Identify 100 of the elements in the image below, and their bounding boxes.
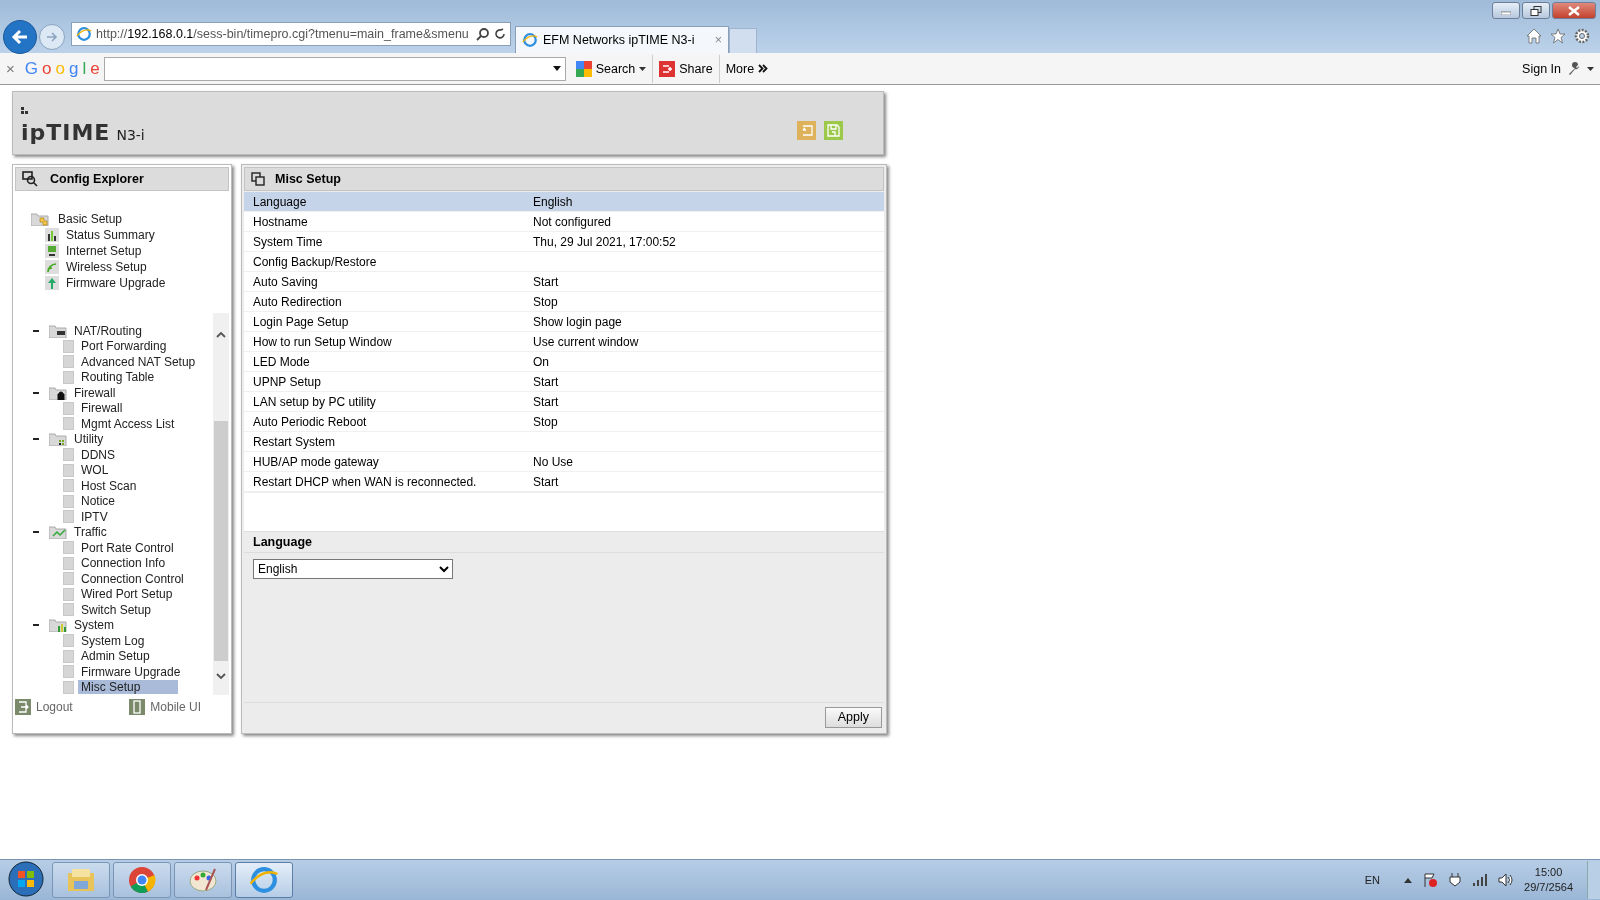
tree-item[interactable]: Utility bbox=[71, 432, 107, 447]
wrench-icon[interactable] bbox=[1567, 61, 1581, 76]
settings-row[interactable]: Config Backup/Restore bbox=[244, 252, 884, 272]
monitor-icon bbox=[45, 244, 59, 258]
speaker-icon[interactable] bbox=[1498, 873, 1515, 887]
language-indicator[interactable]: EN bbox=[1364, 874, 1381, 886]
setting-value: Stop bbox=[533, 414, 559, 429]
tree-item[interactable]: Admin Setup bbox=[78, 649, 153, 664]
setting-label: Restart System bbox=[253, 434, 337, 449]
share-button[interactable]: Share bbox=[653, 54, 720, 83]
setting-label: Hostname bbox=[253, 214, 309, 229]
setting-label: Config Backup/Restore bbox=[253, 254, 378, 269]
signal-icon[interactable] bbox=[1472, 873, 1489, 887]
page-icon bbox=[63, 355, 74, 369]
plug-icon[interactable] bbox=[1448, 872, 1463, 888]
close-toolbar-button[interactable]: × bbox=[0, 54, 21, 83]
tree-item[interactable]: Host Scan bbox=[78, 478, 140, 493]
tree-item[interactable]: System Log bbox=[78, 633, 148, 648]
mobile-ui-link[interactable]: Mobile UI bbox=[129, 699, 201, 715]
tree-item[interactable]: Basic Setup bbox=[55, 212, 126, 226]
setting-value: Start bbox=[533, 274, 560, 289]
collapse-icon[interactable] bbox=[33, 531, 39, 534]
scrollbar[interactable] bbox=[213, 313, 229, 695]
settings-row[interactable]: Auto Saving Start bbox=[244, 272, 884, 292]
close-button[interactable] bbox=[1552, 2, 1596, 19]
settings-row[interactable]: Login Page Setup Show login page bbox=[244, 312, 884, 332]
settings-row[interactable]: Auto Redirection Stop bbox=[244, 292, 884, 312]
settings-row[interactable]: Auto Periodic Reboot Stop bbox=[244, 412, 884, 432]
collapse-icon[interactable] bbox=[33, 329, 39, 332]
search-field[interactable] bbox=[103, 56, 566, 81]
start-button[interactable] bbox=[6, 861, 46, 899]
settings-row[interactable]: UPNP Setup Start bbox=[244, 372, 884, 392]
tree-item[interactable]: Advanced NAT Setup bbox=[78, 354, 199, 369]
tree-item[interactable]: WOL bbox=[78, 463, 112, 478]
taskbar-app[interactable] bbox=[174, 862, 232, 898]
flag-icon[interactable] bbox=[1422, 872, 1439, 888]
page-icon bbox=[63, 665, 74, 679]
tree-item[interactable]: DDNS bbox=[78, 447, 118, 462]
settings-row[interactable]: Restart System bbox=[244, 432, 884, 452]
search-button[interactable]: Search bbox=[569, 54, 654, 83]
browser-tab[interactable]: EFM Networks ipTIME N3-i × bbox=[515, 26, 729, 53]
tree-item[interactable]: Connection Control bbox=[78, 571, 187, 586]
settings-row[interactable]: Language English bbox=[244, 192, 884, 212]
tree-item[interactable]: Notice bbox=[78, 494, 118, 509]
search-icon bbox=[22, 171, 38, 187]
clock[interactable]: 15:00 29/7/2564 bbox=[1524, 865, 1573, 895]
restore-button[interactable] bbox=[1522, 2, 1550, 19]
tree-item[interactable]: Port Forwarding bbox=[78, 339, 170, 354]
star-icon[interactable] bbox=[1550, 28, 1566, 44]
settings-icon[interactable] bbox=[1574, 28, 1590, 44]
tree-item[interactable]: Misc Setup bbox=[78, 680, 178, 695]
tree-item[interactable]: Mgmt Access List bbox=[78, 416, 178, 431]
tree-item[interactable]: Traffic bbox=[71, 525, 110, 540]
share-icon bbox=[659, 60, 676, 77]
page-icon bbox=[63, 494, 74, 508]
chevron-up-icon[interactable] bbox=[1404, 877, 1413, 883]
collapse-icon[interactable] bbox=[33, 624, 39, 627]
language-select[interactable]: English bbox=[253, 559, 453, 579]
settings-row[interactable]: Hostname Not configured bbox=[244, 212, 884, 232]
tree-item[interactable]: Connection Info bbox=[78, 556, 169, 571]
settings-row[interactable]: System Time Thu, 29 Jul 2021, 17:00:52 bbox=[244, 232, 884, 252]
apply-button[interactable]: Apply bbox=[824, 706, 882, 728]
folder-icon bbox=[66, 867, 96, 893]
setting-label: Language bbox=[253, 194, 308, 209]
tree-item[interactable]: IPTV bbox=[78, 509, 111, 524]
tree-item[interactable]: Routing Table bbox=[78, 370, 158, 385]
address-bar[interactable]: http://192.168.0.1/sess-bin/timepro.cgi?tmenu=main_frame&smenu bbox=[71, 22, 511, 46]
tree-item[interactable]: Switch Setup bbox=[78, 602, 155, 617]
tree-item[interactable]: Status Summary bbox=[63, 228, 158, 242]
settings-row[interactable]: How to run Setup Window Use current window bbox=[244, 332, 884, 352]
collapse-icon[interactable] bbox=[33, 391, 39, 394]
tree-item[interactable]: System bbox=[71, 618, 117, 633]
logout-link[interactable]: Logout bbox=[15, 699, 73, 715]
refresh-icon bbox=[494, 28, 506, 40]
tree-item[interactable]: Wired Port Setup bbox=[78, 587, 176, 602]
home-icon[interactable] bbox=[1526, 28, 1542, 44]
tree-item[interactable]: Wireless Setup bbox=[63, 260, 150, 274]
tree-item[interactable]: Firewall bbox=[78, 401, 126, 416]
settings-row[interactable]: HUB/AP mode gateway No Use bbox=[244, 452, 884, 472]
settings-row[interactable]: LAN setup by PC utility Start bbox=[244, 392, 884, 412]
setting-label: Auto Periodic Reboot bbox=[253, 414, 368, 429]
tree-item[interactable]: Port Rate Control bbox=[78, 540, 177, 555]
collapse-icon[interactable] bbox=[33, 438, 39, 441]
taskbar-app[interactable] bbox=[113, 862, 171, 898]
tree-item[interactable]: Internet Setup bbox=[63, 244, 145, 258]
settings-row[interactable]: LED Mode On bbox=[244, 352, 884, 372]
logout-icon bbox=[15, 699, 31, 715]
dropdown-icon bbox=[552, 66, 561, 71]
sign-in-button[interactable]: Sign In bbox=[1516, 54, 1567, 83]
tree-item[interactable]: Firewall bbox=[71, 385, 119, 400]
page-icon bbox=[63, 510, 74, 524]
page-icon bbox=[63, 401, 74, 415]
tree-item[interactable]: Firmware Upgrade bbox=[78, 664, 184, 679]
taskbar-app[interactable] bbox=[235, 862, 293, 898]
more-button[interactable]: More bbox=[719, 54, 775, 83]
arrow-right-icon bbox=[45, 29, 59, 44]
tree-item[interactable]: NAT/Routing bbox=[71, 323, 145, 338]
settings-row[interactable]: Restart DHCP when WAN is reconnected. Start bbox=[244, 472, 884, 492]
tree-item[interactable]: Firmware Upgrade bbox=[63, 276, 169, 290]
back-button[interactable] bbox=[3, 19, 37, 54]
